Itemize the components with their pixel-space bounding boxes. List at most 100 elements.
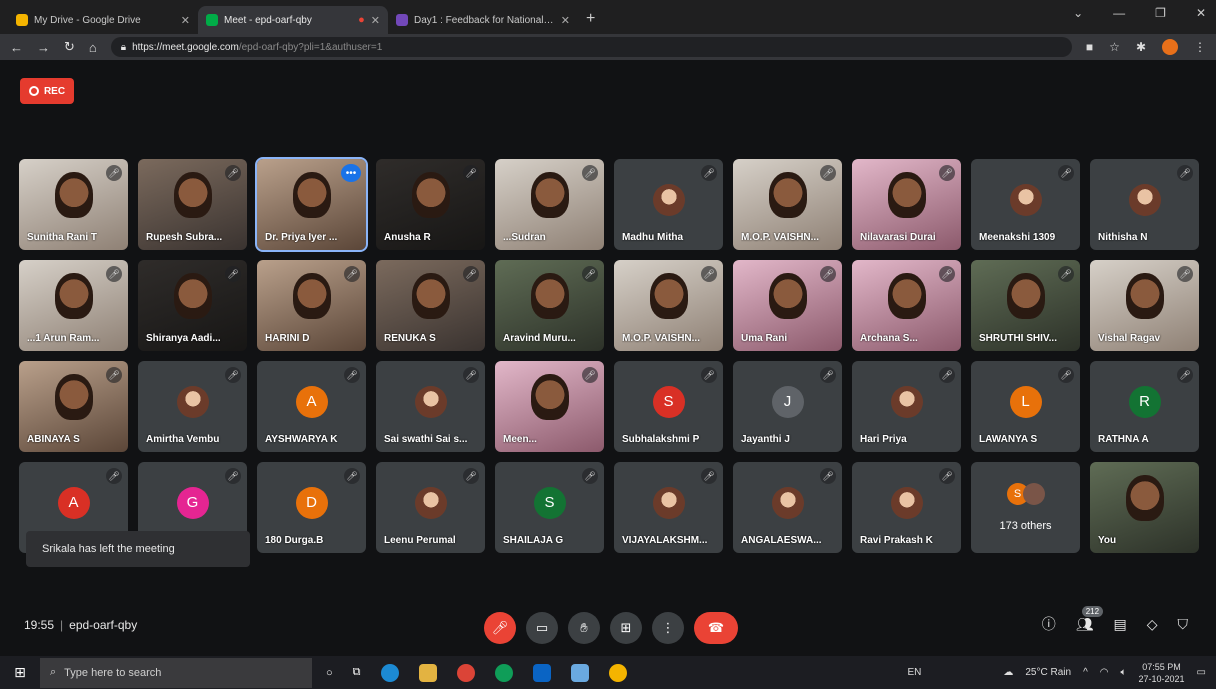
side-controls: ⓘ 👥︎ 212 ▤ ◇ ⛉ <box>1042 605 1189 634</box>
chat-icon[interactable]: ▤ <box>1113 616 1126 633</box>
participant-tile[interactable]: 🎤︎ Madhu Mitha <box>614 159 723 250</box>
home-icon[interactable]: ⌂ <box>89 40 97 55</box>
participant-tile[interactable]: R 🎤︎ RATHNA A <box>1090 361 1199 452</box>
language-indicator[interactable]: EN <box>907 667 921 678</box>
close-icon[interactable]: ✕ <box>181 14 190 27</box>
participant-tile[interactable]: A 🎤︎ AYSHWARYA K <box>257 361 366 452</box>
chrome-profile-icon[interactable] <box>494 663 513 682</box>
participant-tile[interactable]: 🎤︎ SHRUTHI SHIV... <box>971 260 1080 351</box>
taskbar-search[interactable]: ⌕ Type here to search <box>40 657 312 688</box>
back-icon[interactable]: ← <box>10 40 23 55</box>
participant-name: Sunitha Rani T <box>27 232 97 243</box>
tab-drive[interactable]: My Drive - Google Drive ✕ <box>8 6 198 34</box>
participant-name: SHRUTHI SHIV... <box>979 333 1057 344</box>
mic-muted-icon: 🎤︎ <box>344 367 360 383</box>
participant-tile[interactable]: 🎤︎ Shiranya Aadi... <box>138 260 247 351</box>
participant-tile[interactable]: 🎤︎ RENUKA S <box>376 260 485 351</box>
participant-tile[interactable]: 🎤︎ Anusha R <box>376 159 485 250</box>
tab-meet[interactable]: Meet - epd-oarf-qby ● ✕ <box>198 6 388 34</box>
participant-avatar <box>890 385 923 418</box>
url-field[interactable]: 🔒︎ https://meet.google.com/epd-oarf-qby?… <box>110 37 1072 57</box>
participant-name: M.O.P. VAISHN... <box>622 333 700 344</box>
host-controls-icon[interactable]: ⛉ <box>1178 616 1189 633</box>
task-view-icon[interactable]: ⧉ <box>353 666 361 679</box>
present-button[interactable]: ⊞ <box>610 612 642 644</box>
more-options-icon[interactable]: ••• <box>341 164 361 182</box>
close-icon[interactable]: ✕ <box>371 14 380 27</box>
participant-tile[interactable]: 🎤︎ Archana S... <box>852 260 961 351</box>
maximize-icon[interactable]: ❐ <box>1155 6 1166 20</box>
participant-tile[interactable]: 🎤︎ Uma Rani <box>733 260 842 351</box>
participant-tile[interactable]: S 🎤︎ SHAILAJA G <box>495 462 604 553</box>
raise-hand-button[interactable]: ✋︎ <box>568 612 600 644</box>
participant-tile[interactable]: 🎤︎ ...Sudran <box>495 159 604 250</box>
participant-tile[interactable]: 🎤︎ Sunitha Rani T <box>19 159 128 250</box>
tab-search-icon[interactable]: ⌄ <box>1073 6 1083 20</box>
chrome-app-icon[interactable] <box>608 663 627 682</box>
network-icon[interactable]: ◠ <box>1100 667 1109 678</box>
participant-tile[interactable]: S 173 others <box>971 462 1080 553</box>
participant-tile[interactable]: 🎤︎ M.O.P. VAISHN... <box>614 260 723 351</box>
participant-tile[interactable]: 🎤︎ ANGALAESWA... <box>733 462 842 553</box>
participant-tile[interactable]: 🎤︎ Amirtha Vembu <box>138 361 247 452</box>
participant-name: Meenakshi 1309 <box>979 232 1056 243</box>
weather-text[interactable]: 25°C Rain <box>1025 667 1071 678</box>
notepad-icon[interactable] <box>570 663 589 682</box>
outlook-icon[interactable] <box>532 663 551 682</box>
camera-button[interactable]: ▭ <box>526 612 558 644</box>
participant-tile[interactable]: 🎤︎ ...1 Arun Ram... <box>19 260 128 351</box>
participant-tile[interactable]: D 🎤︎ 180 Durga.B <box>257 462 366 553</box>
new-tab-icon[interactable]: + <box>586 10 595 28</box>
cortana-icon[interactable]: ○ <box>326 667 333 679</box>
profile-avatar[interactable] <box>1162 39 1178 55</box>
participant-tile[interactable]: 🎤︎ HARINI D <box>257 260 366 351</box>
more-options-button[interactable]: ⋮ <box>652 612 684 644</box>
end-call-button[interactable]: ☎︎ <box>694 612 738 644</box>
participant-tile[interactable]: 🎤︎ Leenu Perumal <box>376 462 485 553</box>
edge-icon[interactable] <box>380 663 399 682</box>
mic-muted-icon: 🎤︎ <box>701 165 717 181</box>
menu-icon[interactable]: ⋮ <box>1194 40 1206 54</box>
tab-feedback[interactable]: Day1 : Feedback for National Le ✕ <box>388 6 578 34</box>
people-button[interactable]: 👥︎ 212 <box>1076 605 1104 633</box>
close-icon[interactable]: ✕ <box>561 14 570 27</box>
participant-tile[interactable]: L 🎤︎ LAWANYA S <box>971 361 1080 452</box>
participant-tile[interactable]: 🎤︎ Hari Priya <box>852 361 961 452</box>
participant-name: 180 Durga.B <box>265 535 324 546</box>
reload-icon[interactable]: ↻ <box>64 39 75 55</box>
windows-start-icon[interactable]: ⊞ <box>0 664 40 681</box>
extensions-icon[interactable]: ✱ <box>1136 40 1146 54</box>
taskbar-clock[interactable]: 07:55 PM 27-10-2021 <box>1139 661 1185 685</box>
notifications-icon[interactable]: ▭ <box>1197 667 1206 678</box>
star-icon[interactable]: ☆ <box>1109 40 1120 54</box>
camera-icon[interactable]: ■ <box>1086 40 1093 54</box>
close-window-icon[interactable]: ✕ <box>1196 6 1206 20</box>
info-icon[interactable]: ⓘ <box>1042 614 1056 634</box>
participant-tile[interactable]: 🎤︎ Aravind Muru... <box>495 260 604 351</box>
participant-tile[interactable]: ••• Dr. Priya Iyer ... <box>255 157 368 252</box>
participant-tile[interactable]: 🎤︎ Vishal Ragav <box>1090 260 1199 351</box>
participant-tile[interactable]: You <box>1090 462 1199 553</box>
chrome-icon[interactable] <box>456 663 475 682</box>
participant-tile[interactable]: 🎤︎ Nithisha N <box>1090 159 1199 250</box>
volume-icon[interactable]: 🔈︎ <box>1121 667 1127 678</box>
forward-icon[interactable]: → <box>37 40 50 55</box>
participant-tile[interactable]: 🎤︎ Nilavarasi Durai <box>852 159 961 250</box>
participant-tile[interactable]: 🎤︎ Rupesh Subra... <box>138 159 247 250</box>
participant-tile[interactable]: 🎤︎ Sai swathi Sai s... <box>376 361 485 452</box>
participant-tile[interactable]: 🎤︎ ABINAYA S <box>19 361 128 452</box>
participant-tile[interactable]: 🎤︎ Ravi Prakash K <box>852 462 961 553</box>
participant-tile[interactable]: 🎤︎ VIJAYALAKSHM... <box>614 462 723 553</box>
participant-video <box>54 273 93 320</box>
participant-tile[interactable]: 🎤︎ Meen... <box>495 361 604 452</box>
participant-tile[interactable]: J 🎤︎ Jayanthi J <box>733 361 842 452</box>
activities-icon[interactable]: ◇ <box>1147 616 1158 633</box>
minimize-icon[interactable]: — <box>1113 6 1125 20</box>
participant-tile[interactable]: 🎤︎ Meenakshi 1309 <box>971 159 1080 250</box>
file-explorer-icon[interactable] <box>418 663 437 682</box>
tray-chevron-icon[interactable]: ^ <box>1083 667 1088 678</box>
mic-muted-icon: 🎤︎ <box>106 165 122 181</box>
participant-tile[interactable]: 🎤︎ M.O.P. VAISHN... <box>733 159 842 250</box>
participant-tile[interactable]: S 🎤︎ Subhalakshmi P <box>614 361 723 452</box>
mic-off-button[interactable]: 🎤︎ <box>484 612 516 644</box>
